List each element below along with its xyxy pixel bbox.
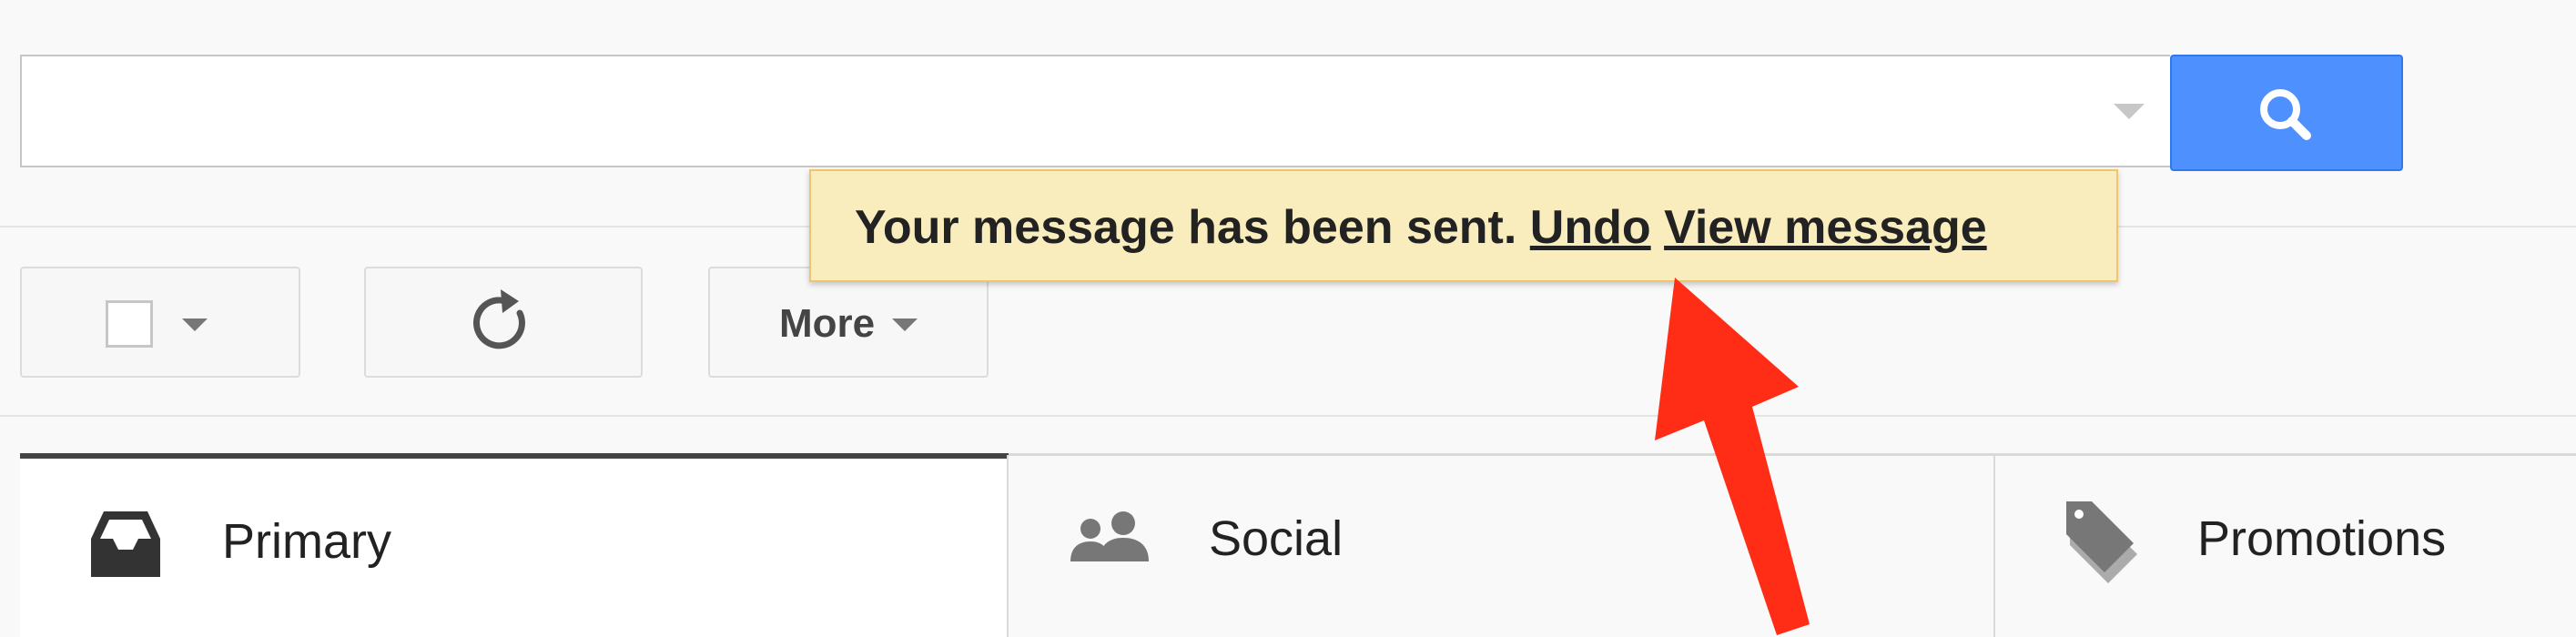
tab-primary[interactable]: Primary <box>20 453 1009 637</box>
notification-text: Your message has been sent. Undo View me… <box>855 198 1987 257</box>
search-button[interactable] <box>2170 55 2403 171</box>
tag-icon <box>2066 501 2137 583</box>
chevron-down-icon <box>892 318 918 331</box>
more-button[interactable]: More <box>708 267 989 378</box>
chevron-down-icon <box>182 318 208 331</box>
tab-social-label: Social <box>1209 511 1344 566</box>
tab-social[interactable]: Social <box>1009 453 1995 637</box>
gmail-inbox-screen: More Primary Social Promotions Your mess… <box>0 0 2576 637</box>
inbox-icon <box>91 511 160 577</box>
search-field-container[interactable] <box>20 55 2170 167</box>
sent-notification: Your message has been sent. Undo View me… <box>809 169 2118 282</box>
search-options-caret-icon[interactable] <box>2114 104 2145 119</box>
undo-link[interactable]: Undo <box>1530 201 1651 254</box>
refresh-button[interactable] <box>364 267 643 378</box>
search-input[interactable] <box>40 75 2083 149</box>
people-icon <box>1070 511 1149 561</box>
search-icon <box>2260 89 2311 140</box>
tab-promotions-label: Promotions <box>2197 511 2447 566</box>
notification-message: Your message has been sent. <box>855 201 1517 254</box>
checkbox-icon[interactable] <box>106 300 153 348</box>
refresh-icon <box>473 289 525 349</box>
more-button-label: More <box>779 301 876 346</box>
tab-primary-label: Primary <box>222 514 391 569</box>
toolbar-divider <box>0 415 2576 417</box>
view-message-link[interactable]: View message <box>1664 201 1987 254</box>
tab-promotions[interactable]: Promotions <box>1995 453 2576 637</box>
select-menu-button[interactable] <box>20 267 300 378</box>
